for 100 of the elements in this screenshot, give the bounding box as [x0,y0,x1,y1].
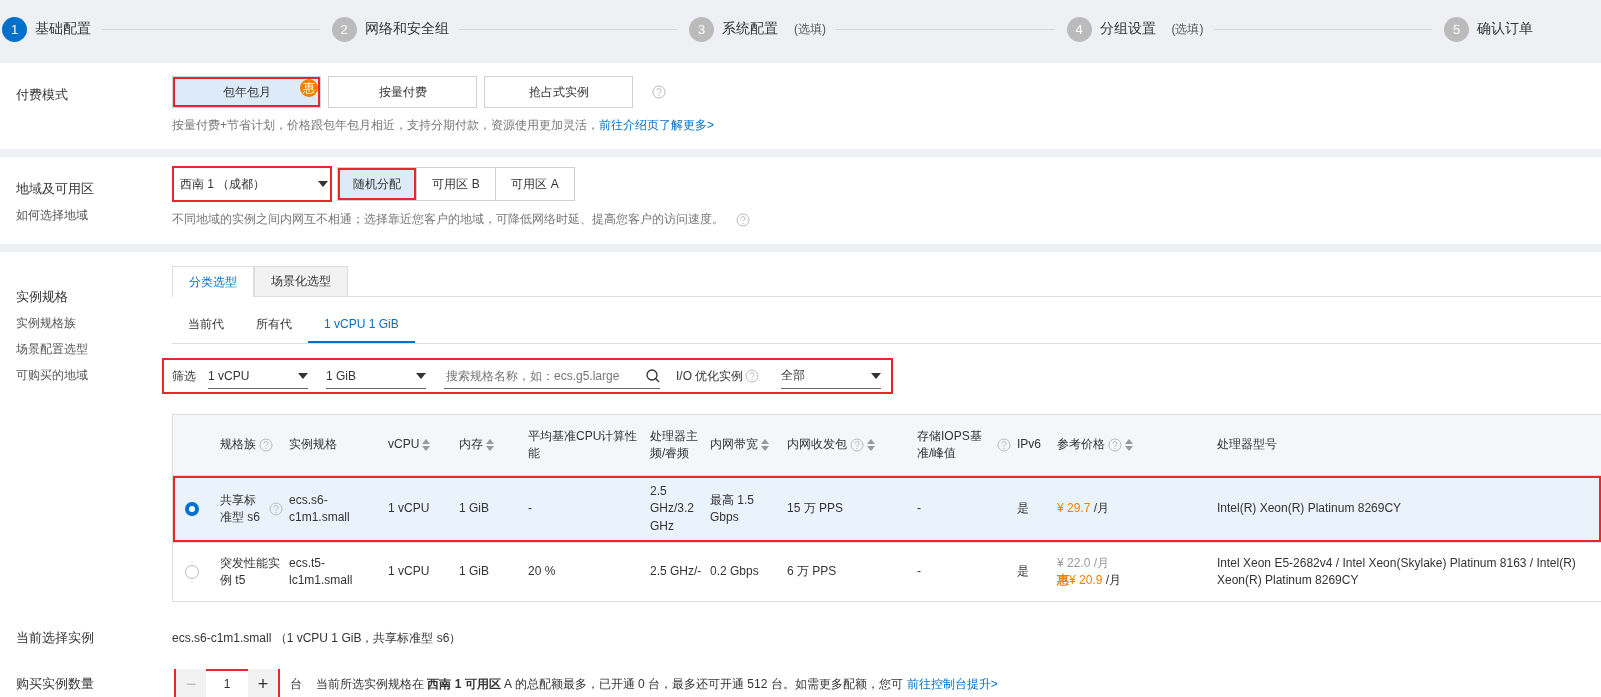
billing-option[interactable]: 包年包月 惠 [172,76,321,108]
filter-label: 筛选 [172,367,196,385]
help-icon [269,502,283,516]
help-link[interactable]: 实例规格族 [16,315,172,332]
sort-icon [422,439,431,451]
step-label: 系统配置 [722,20,778,38]
column-header[interactable]: 内网收发包 [787,436,847,454]
region-select[interactable]: 西南 1 （成都） [172,166,332,202]
table-cell: 1 vCPU [388,563,430,581]
radio-button[interactable] [185,502,199,516]
sort-icon [1125,439,1133,451]
billing-option[interactable]: 抢占式实例 [484,76,633,108]
select-value: 1 vCPU [208,368,250,383]
field-label: 购买实例数量 [16,675,95,693]
billing-option[interactable]: 按量付费 [328,76,477,108]
table-cell: Intel(R) Xeon(R) Platinum 8269CY [1217,500,1402,518]
quantity-value: 1 [222,677,232,691]
increase-button[interactable]: + [248,669,278,697]
column-header[interactable]: 处理器主频/睿频 [650,427,704,463]
step-note: (选填) [794,20,826,38]
zone-option[interactable]: 可用区 B [416,167,496,201]
table-cell-text: ecs.t5-lc1m1.small [289,554,354,589]
hint-text: 不同地域的实例之间内网互不相通；选择靠近您客户的地域，可降低网络时延、提高您客户的访问速度。 [172,211,724,228]
tab[interactable]: 场景化选型 [254,266,348,296]
column-header[interactable]: 实例规格 [289,436,337,454]
caret-icon [871,372,882,379]
caret-icon [318,181,328,187]
select-value: 全部 [781,367,806,384]
table-cell: - [917,563,921,581]
sub-tab[interactable]: 所有代 [240,307,308,343]
help-icon [745,369,760,383]
help-icon [850,438,864,452]
filter-select[interactable]: 1 GiB [326,363,426,389]
caret-icon [416,372,426,379]
table-cell: 0.2 Gbps [710,563,759,581]
step-label: 基础配置 [35,20,91,38]
sub-tab[interactable]: 1 vCPU 1 GiB [308,307,415,343]
price-text: 惠¥ 20.9 /月 [1057,572,1122,589]
quota-link[interactable]: 前往控制台提升> [906,675,998,693]
step-note: (选填) [1171,20,1204,38]
column-header[interactable]: 处理器型号 [1217,436,1277,454]
help-icon [736,212,750,227]
column-header[interactable]: 内存 [459,436,483,454]
step-number: 1 [2,16,27,42]
sub-tab[interactable]: 当前代 [172,307,240,343]
step-number: 5 [1444,16,1469,42]
table-cell-text: 最高 1.5 Gbps [710,491,755,526]
sort-icon [486,439,494,451]
table-cell: 是 [1017,500,1029,518]
table-cell: 是 [1017,563,1029,581]
radio-button[interactable] [185,565,199,579]
table-cell: 2.5 GHz/- [650,563,702,581]
step-number: 4 [1066,16,1092,42]
table-cell: 1 GiB [459,563,489,581]
step-number: 3 [689,16,714,42]
column-header[interactable]: 平均基准CPU计算性能 [528,427,644,463]
step-number: 2 [331,16,357,42]
filter-select[interactable]: 全部 [781,363,882,389]
table-cell: 6 万 PPS [787,563,837,581]
sort-icon [761,439,769,451]
table-cell: 20 % [528,563,556,581]
table-cell: 1 GiB [459,500,489,518]
discount-badge: 惠 [300,79,318,97]
column-header[interactable]: 规格族 [220,436,256,454]
price-text: ¥ 29.7 /月 [1057,500,1110,518]
zone-option[interactable]: 随机分配 [337,167,417,201]
filter-select[interactable]: 1 vCPU [208,363,308,389]
caret-icon [298,372,308,379]
field-label: 当前选择实例 [16,629,95,647]
tab[interactable]: 分类选型 [172,266,254,297]
table-cell-text: ecs.s6-c1m1.small [289,491,351,526]
table-cell: 1 vCPU [388,500,430,518]
column-header[interactable]: 存储IOPS基准/峰值 [917,427,994,463]
price-text: ¥ 22.0 /月 [1057,554,1111,572]
table-row[interactable]: 共享标准型 s6 ecs.s6-c1m1.small 1 vCPU 1 GiB - 2.5 GHz/3.2 GHz 最高 1.5 Gbps 15 万 PPS - 是 ¥ 29.7 /月 Intel(R) Xeon(R) Platinum 8269CY [173,476,1601,543]
zone-option[interactable]: 可用区 A [495,167,575,201]
column-header[interactable]: IPv6 [1017,436,1041,454]
column-header[interactable]: 内网带宽 [710,436,758,454]
help-icon [1108,438,1122,452]
column-header[interactable]: vCPU [388,436,420,454]
table-cell-text: Intel Xeon E5-2682v4 / Intel Xeon(Skylake) Platinum 8163 / Intel(R) Xeon(R) Platinum 8269CY [1217,554,1577,589]
table-cell-text: 突发性能实例 t5 [220,554,281,589]
search-icon [646,368,660,383]
table-cell: - [917,500,921,518]
help-icon [259,438,273,452]
quantity-stepper[interactable]: − 1 + [174,669,280,697]
field-label: 地域及可用区 [16,180,95,198]
table-cell-text: 共享标准型 s6 [220,491,261,526]
help-link[interactable]: 场景配置选型 [16,341,172,358]
table-row[interactable]: 突发性能实例 t5 ecs.t5-lc1m1.small 1 vCPU 1 GiB 20 % 2.5 GHz/- 0.2 Gbps 6 万 PPS - 是 ¥ 22.0 /月 惠¥ 20.9 /月 Intel Xeon E5-2682v4 / Intel Xeon(Skylake) Platinum 8163 / Intel(R) Xeon(R) Platinum 8269CY [173,543,1601,602]
help-icon [997,438,1011,452]
learn-more-link[interactable]: 前往介绍页了解更多> [599,117,715,134]
column-header[interactable]: 参考价格 [1057,436,1105,454]
table-cell-text: 2.5 GHz/3.2 GHz [650,482,695,535]
select-value: 1 GiB [326,368,356,383]
help-link[interactable]: 如何选择地域 [16,207,172,224]
region-value: 西南 1 （成都） [180,175,266,193]
step-label: 确认订单 [1477,20,1533,38]
help-link[interactable]: 可购买的地域 [16,367,172,384]
unit-label: 台 [290,675,302,693]
